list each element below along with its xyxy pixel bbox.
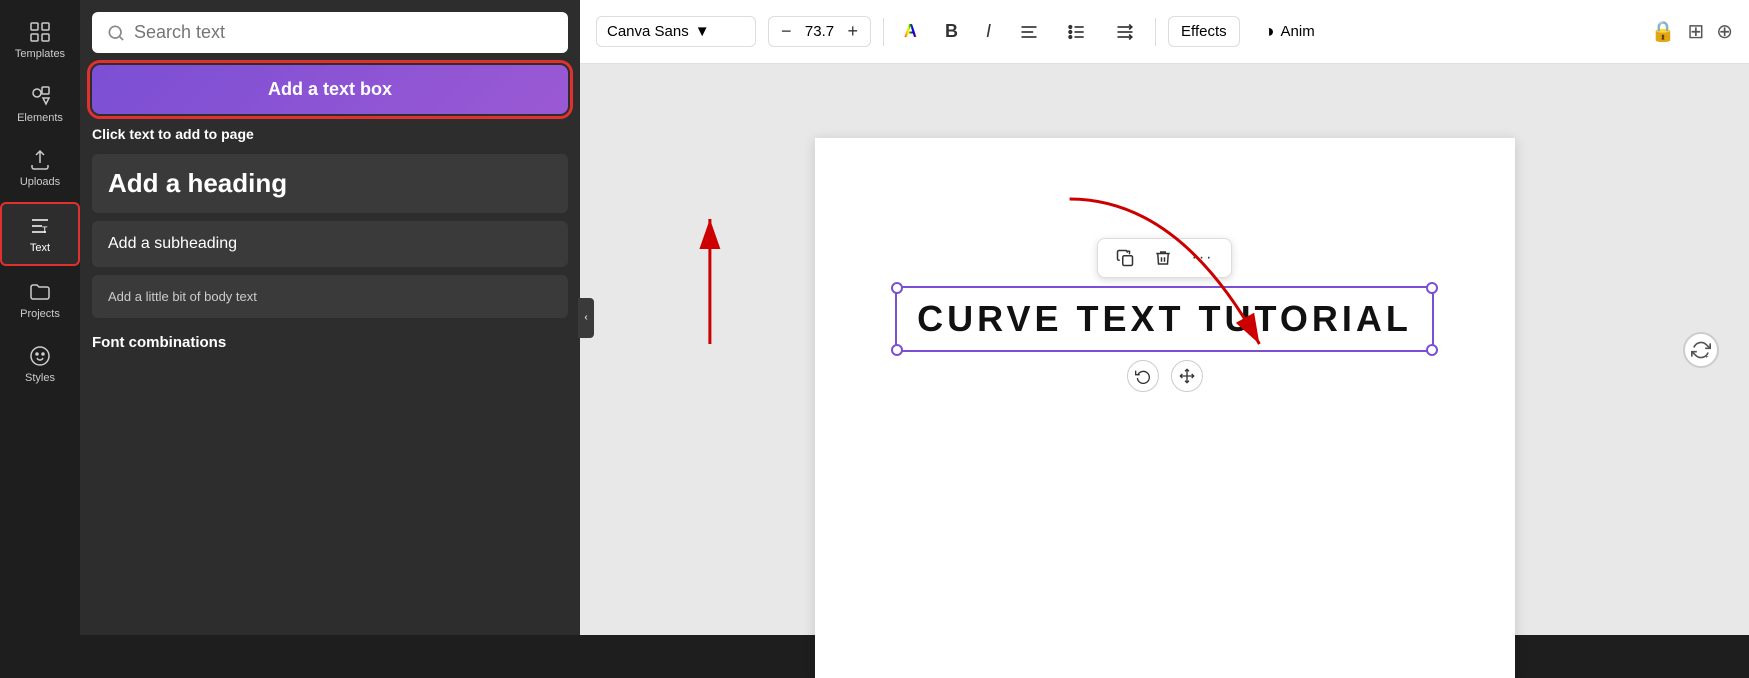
effects-label: Effects xyxy=(1181,23,1227,40)
spacing-button[interactable] xyxy=(1107,16,1143,48)
sidebar-item-text[interactable]: T Text xyxy=(0,202,80,266)
svg-text:T: T xyxy=(42,225,48,235)
top-toolbar: Canva Sans ▼ − 73.7 + A B I xyxy=(580,0,1749,64)
animate-button[interactable]: ◑ Anim xyxy=(1252,15,1327,48)
handle-top-right[interactable] xyxy=(1426,282,1438,294)
toolbar-divider-1 xyxy=(883,18,884,46)
sidebar-icons: Templates Elements Uploads T Text xyxy=(0,0,80,635)
rotate-icon xyxy=(1135,368,1151,384)
sidebar-item-label: Uploads xyxy=(20,176,60,188)
add-subheading-option[interactable]: Add a subheading xyxy=(92,221,568,267)
svg-text:+: + xyxy=(1704,351,1709,360)
sidebar-item-label: Text xyxy=(30,242,50,254)
add-body-option[interactable]: Add a little bit of body text xyxy=(92,275,568,318)
italic-icon: I xyxy=(986,21,991,42)
align-icon xyxy=(1019,22,1039,42)
top-right-icons: 🔒 ⊞ ⊕ xyxy=(1651,19,1733,44)
folder-icon xyxy=(28,280,52,304)
sidebar-item-templates[interactable]: Templates xyxy=(0,10,80,70)
collapse-panel-toggle[interactable]: ‹ xyxy=(578,298,594,338)
sidebar-item-projects[interactable]: Projects xyxy=(0,270,80,330)
list-button[interactable] xyxy=(1059,16,1095,48)
refresh-icon: + xyxy=(1691,340,1711,360)
font-family-selector[interactable]: Canva Sans ▼ xyxy=(596,16,756,47)
decrease-font-size-button[interactable]: − xyxy=(777,21,796,42)
animate-label: Anim xyxy=(1281,23,1315,40)
curve-refresh-button[interactable]: + xyxy=(1683,332,1719,368)
curve-text-content: CURVE TEXT TUTORIAL xyxy=(917,298,1412,340)
font-color-icon: A xyxy=(904,21,917,42)
lock-icon[interactable]: 🔒 xyxy=(1651,19,1676,44)
add-heading-option[interactable]: Add a heading xyxy=(92,154,568,213)
text-align-button[interactable] xyxy=(1011,16,1047,48)
move-icon xyxy=(1179,368,1195,384)
sidebar-item-label: Projects xyxy=(20,308,60,320)
handle-top-left[interactable] xyxy=(891,282,903,294)
list-icon xyxy=(1067,22,1087,42)
font-size-value: 73.7 xyxy=(800,23,840,40)
elements-icon xyxy=(28,84,52,108)
trash-icon xyxy=(1154,249,1172,267)
sidebar-item-uploads[interactable]: Uploads xyxy=(0,138,80,198)
font-combinations-label: Font combinations xyxy=(92,334,568,351)
search-icon xyxy=(106,23,126,43)
canvas-area: ··· CURVE TEXT TUTORIAL xyxy=(580,64,1749,635)
copy-page-icon[interactable]: ⊞ xyxy=(1687,19,1704,44)
font-size-control: − 73.7 + xyxy=(768,16,871,47)
click-text-instruction: Click text to add to page xyxy=(92,126,568,142)
add-text-box-button[interactable]: Add a text box xyxy=(92,65,568,114)
smiley-icon xyxy=(28,344,52,368)
more-options-button[interactable]: ··· xyxy=(1186,245,1220,271)
rotate-handle[interactable] xyxy=(1127,360,1159,392)
animate-icon: ◑ xyxy=(1264,21,1275,42)
text-icon: T xyxy=(28,214,52,238)
copy-element-button[interactable] xyxy=(1110,245,1140,271)
chevron-left-icon: ‹ xyxy=(584,312,587,323)
add-page-icon[interactable]: ⊕ xyxy=(1716,19,1733,44)
handle-bottom-left[interactable] xyxy=(891,344,903,356)
sidebar-item-label: Templates xyxy=(15,48,65,60)
handle-bottom-right[interactable] xyxy=(1426,344,1438,356)
canvas-page: ··· CURVE TEXT TUTORIAL xyxy=(815,138,1515,678)
sidebar-item-styles[interactable]: Styles xyxy=(0,334,80,394)
text-floating-toolbar: ··· xyxy=(1097,238,1233,278)
font-color-button[interactable]: A xyxy=(896,15,925,48)
more-icon: ··· xyxy=(1192,249,1214,267)
search-box xyxy=(92,12,568,53)
chevron-down-icon: ▼ xyxy=(695,23,710,40)
canvas-textbox[interactable]: CURVE TEXT TUTORIAL xyxy=(895,286,1434,352)
sidebar-item-label: Styles xyxy=(25,372,55,384)
bold-icon: B xyxy=(945,21,958,42)
spacing-icon xyxy=(1115,22,1135,42)
delete-element-button[interactable] xyxy=(1148,245,1178,271)
copy-icon xyxy=(1116,249,1134,267)
grid-icon xyxy=(28,20,52,44)
search-input[interactable] xyxy=(134,22,554,43)
sidebar-item-label: Elements xyxy=(17,112,63,124)
canvas-text-element[interactable]: ··· CURVE TEXT TUTORIAL xyxy=(875,238,1455,392)
bottom-handles xyxy=(1127,360,1203,392)
effects-button[interactable]: Effects xyxy=(1168,16,1240,47)
sidebar-item-elements[interactable]: Elements xyxy=(0,74,80,134)
italic-button[interactable]: I xyxy=(978,15,999,48)
toolbar-divider-2 xyxy=(1155,18,1156,46)
bold-button[interactable]: B xyxy=(937,15,966,48)
upload-icon xyxy=(28,148,52,172)
left-panel: Add a text box Click text to add to page… xyxy=(80,0,580,635)
font-name-label: Canva Sans xyxy=(607,23,689,40)
move-handle[interactable] xyxy=(1171,360,1203,392)
increase-font-size-button[interactable]: + xyxy=(844,21,863,42)
